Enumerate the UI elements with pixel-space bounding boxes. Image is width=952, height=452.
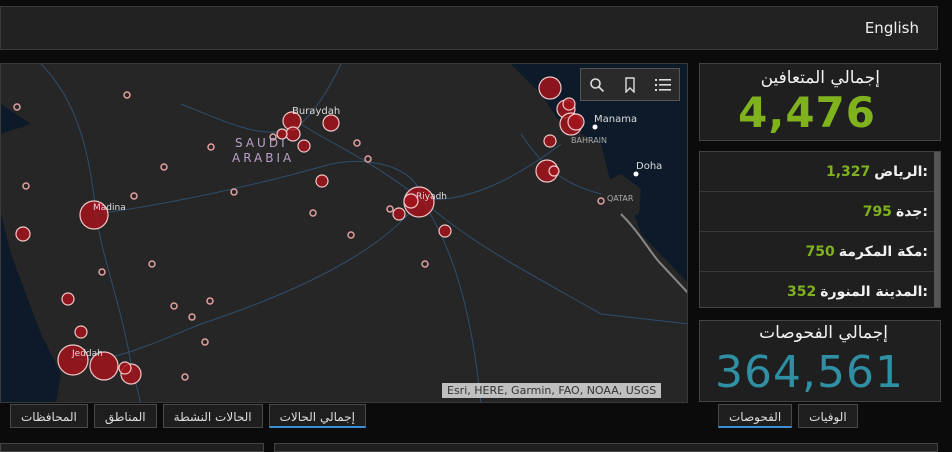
map-marker[interactable] <box>386 205 394 213</box>
map-marker[interactable] <box>170 302 178 310</box>
top-bar: English <box>0 6 938 50</box>
map-label-jeddah: Jeddah <box>71 349 103 359</box>
map-label-manama: Manama <box>594 114 637 125</box>
language-toggle[interactable]: English <box>865 19 919 37</box>
list-item[interactable]: 750 مكة المكرمة: <box>700 232 940 272</box>
map-marker[interactable] <box>148 260 156 268</box>
map-bubble[interactable] <box>548 165 560 177</box>
road-7 <box>180 64 342 133</box>
map-marker[interactable] <box>421 260 429 268</box>
recovered-title: إجمالي المتعافين <box>760 68 880 88</box>
map-tabs: إجمالي الحالات الحالات النشطة المناطق ال… <box>4 404 366 428</box>
search-icon[interactable] <box>581 69 614 100</box>
tab-total-cases[interactable]: إجمالي الحالات <box>268 404 366 428</box>
map-marker[interactable] <box>98 268 106 276</box>
map-marker[interactable] <box>230 188 238 196</box>
tab-governorates[interactable]: المحافظات <box>10 404 88 428</box>
region-count: 750 <box>805 243 835 260</box>
map-bubble[interactable] <box>562 97 576 111</box>
small-markers <box>13 91 605 381</box>
sea-top-left <box>1 104 31 134</box>
bottom-panel-left <box>0 443 264 452</box>
map-label-doha: Doha <box>636 161 662 172</box>
map-marker[interactable] <box>201 338 209 346</box>
list-item[interactable]: 352 المدينة المنورة: <box>700 272 940 307</box>
bottom-panel-right <box>274 443 938 452</box>
map-label-qatar: QATAR <box>607 194 634 203</box>
case-bubbles <box>15 76 585 385</box>
region-name: جدة: <box>895 203 928 220</box>
map-label-country-2: ARABIA <box>232 151 294 165</box>
map-marker[interactable] <box>160 163 168 171</box>
map-label-madina: Madina <box>93 203 126 213</box>
map-label-buraydah: Buraydah <box>292 106 340 117</box>
map-bubble[interactable] <box>567 113 585 131</box>
map-bubble[interactable] <box>297 139 311 153</box>
map-bubble[interactable] <box>543 134 557 148</box>
stats-tabs: الوفيات الفحوصات <box>712 404 858 428</box>
map-attribution: Esri, HERE, Garmin, FAO, NOAA, USGS <box>442 383 662 398</box>
map-label-country: SAUDI <box>235 136 288 150</box>
map-marker[interactable] <box>206 297 214 305</box>
tab-regions[interactable]: المناطق <box>93 404 157 428</box>
tests-title: إجمالي الفحوصات <box>759 323 888 343</box>
region-name: مكة المكرمة: <box>838 243 928 260</box>
map-marker[interactable] <box>364 155 372 163</box>
recovered-panel: إجمالي المتعافين 4,476 <box>699 63 941 141</box>
map-canvas: Buraydah SAUDI ARABIA Madina Riyadh Jedd… <box>1 64 687 402</box>
map-bubble[interactable] <box>74 325 88 339</box>
map-marker[interactable] <box>13 103 21 111</box>
map-marker[interactable] <box>181 373 189 381</box>
map-bubble[interactable] <box>15 226 31 242</box>
city-dot-doha <box>633 171 639 177</box>
region-name: الرياض: <box>874 163 928 180</box>
map-view[interactable]: Buraydah SAUDI ARABIA Madina Riyadh Jedd… <box>0 63 688 403</box>
map-marker[interactable] <box>22 182 30 190</box>
list-item[interactable]: 1,327 الرياض: <box>700 152 940 192</box>
city-dot-manama <box>592 124 598 130</box>
map-bubble[interactable] <box>118 361 132 375</box>
map-bubble[interactable] <box>315 174 329 188</box>
map-label-bahrain: BAHRAIN <box>571 136 607 145</box>
list-item[interactable]: 795 جدة: <box>700 192 940 232</box>
map-label-riyadh: Riyadh <box>416 192 447 202</box>
list-icon[interactable] <box>646 69 679 100</box>
red-sea <box>1 214 61 402</box>
regions-scrollbar[interactable] <box>934 152 940 307</box>
tests-value: 364,561 <box>715 347 904 398</box>
map-bubble[interactable] <box>322 114 340 132</box>
tab-deaths[interactable]: الوفيات <box>798 404 858 428</box>
map-marker[interactable] <box>309 209 317 217</box>
road-5 <box>75 198 422 361</box>
map-bubble[interactable] <box>392 207 406 221</box>
road-2 <box>95 160 422 215</box>
region-count: 1,327 <box>825 163 871 180</box>
map-bubble[interactable] <box>538 76 562 100</box>
recovered-value: 4,476 <box>738 88 876 137</box>
map-bubble[interactable] <box>438 224 452 238</box>
regions-list[interactable]: 1,327 الرياض: 795 جدة: 750 مكة المكرمة: … <box>699 151 941 308</box>
map-bubble[interactable] <box>61 292 75 306</box>
map-marker[interactable] <box>123 91 131 99</box>
map-marker[interactable] <box>347 231 355 239</box>
tab-active-cases[interactable]: الحالات النشطة <box>162 404 263 428</box>
map-marker[interactable] <box>207 143 215 151</box>
map-bubble[interactable] <box>285 126 301 142</box>
tab-tests[interactable]: الفحوصات <box>718 404 793 428</box>
map-marker[interactable] <box>188 313 196 321</box>
bookmark-icon[interactable] <box>614 69 647 100</box>
region-count: 352 <box>787 283 817 300</box>
map-toolbar <box>580 68 680 101</box>
map-marker[interactable] <box>353 139 361 147</box>
region-count: 795 <box>862 203 892 220</box>
tests-panel: إجمالي الفحوصات 364,561 <box>699 320 941 402</box>
map-marker[interactable] <box>130 192 138 200</box>
region-name: المدينة المنورة: <box>820 283 928 300</box>
map-marker[interactable] <box>597 197 605 205</box>
